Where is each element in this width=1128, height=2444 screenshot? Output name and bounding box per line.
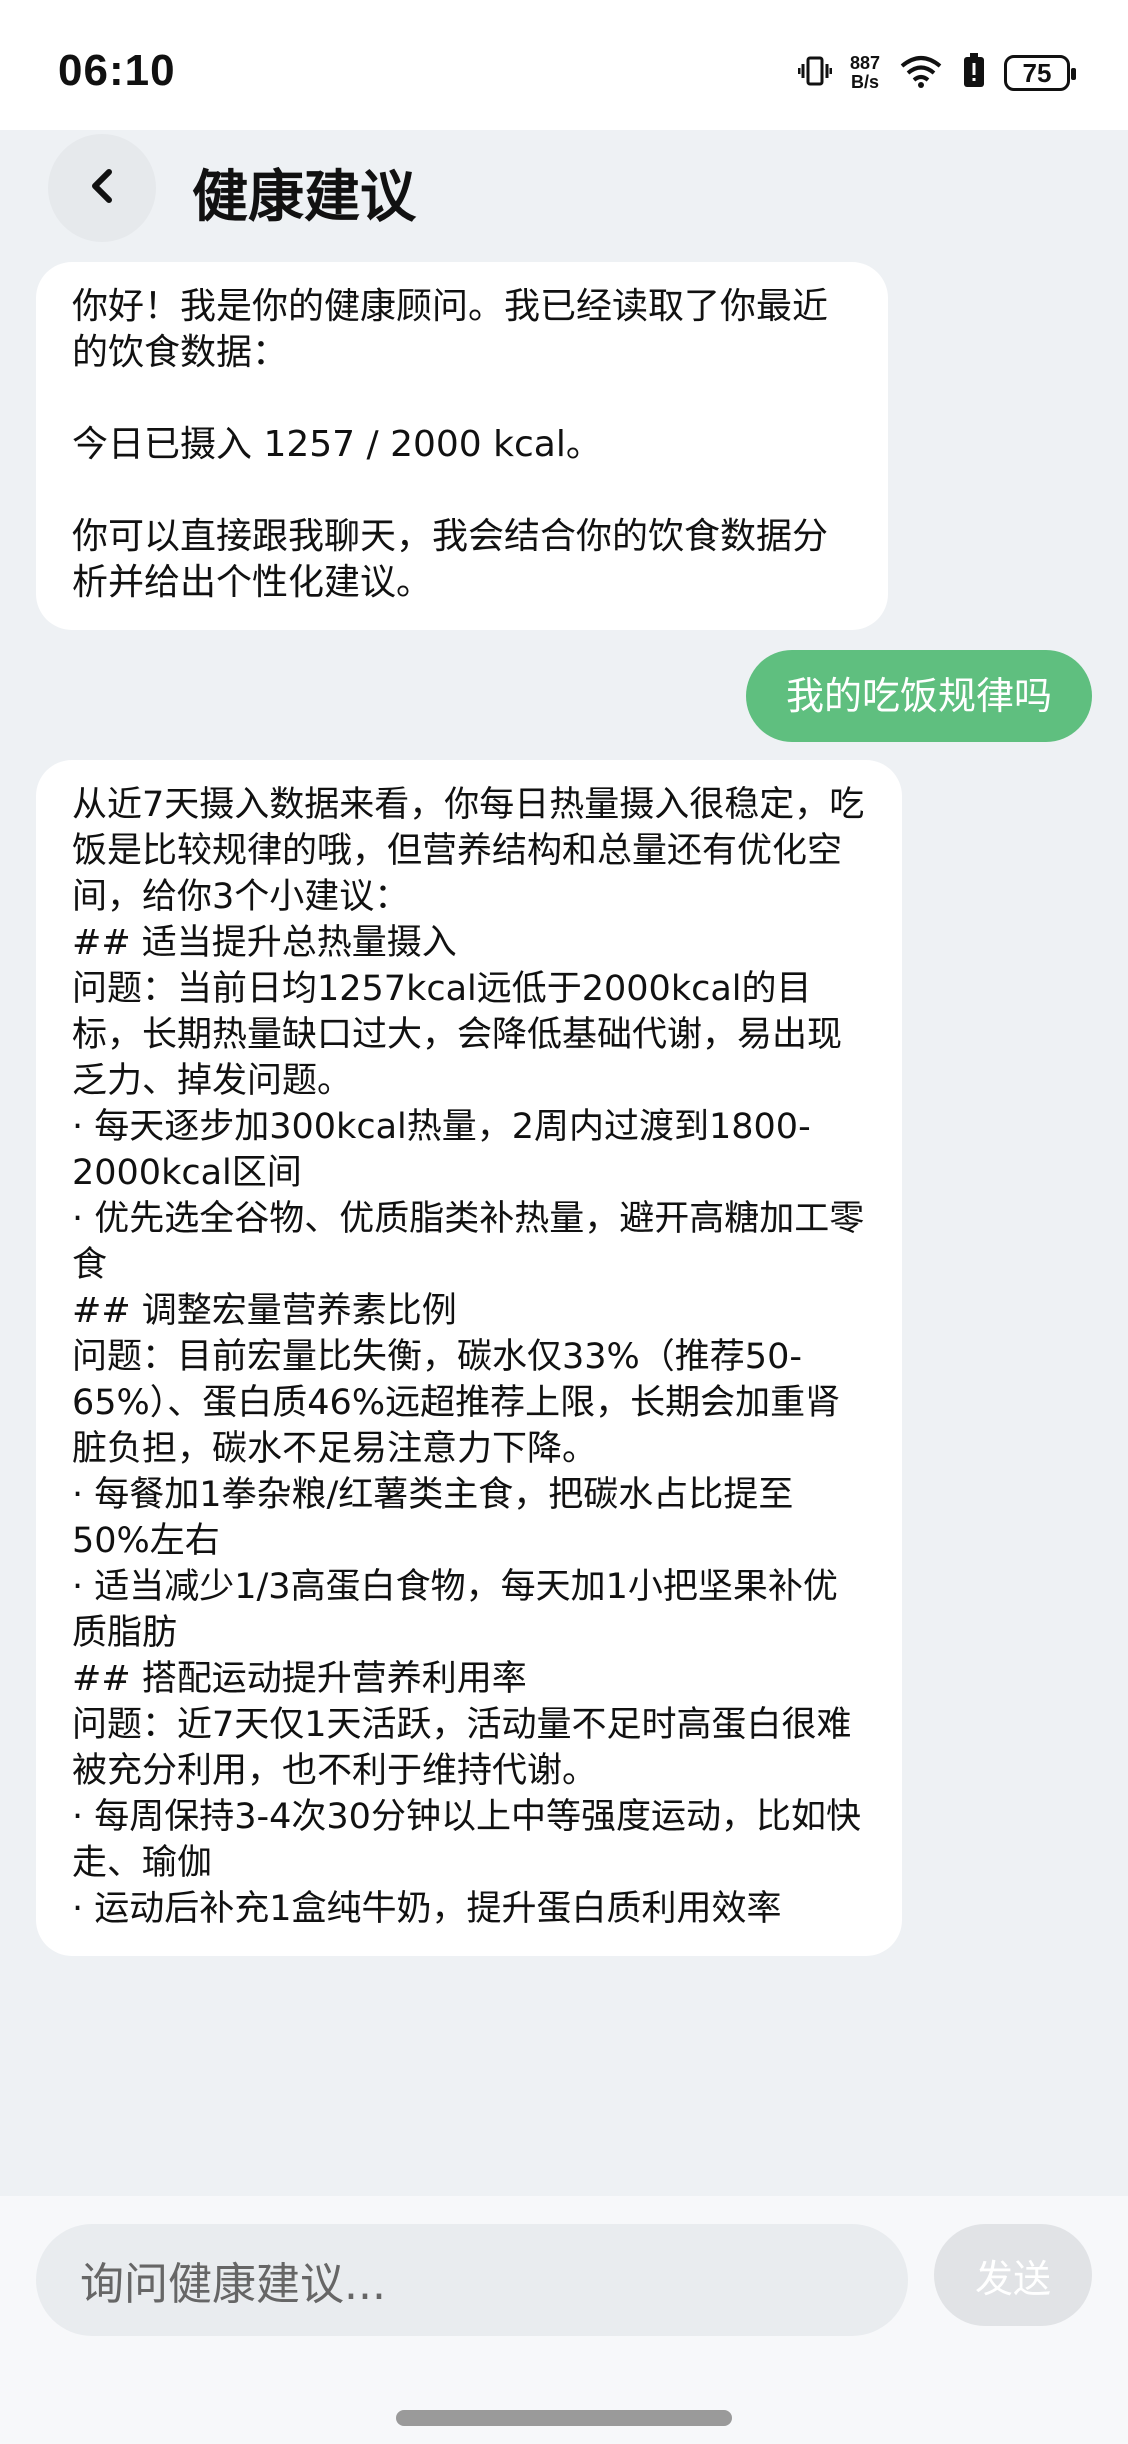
back-button[interactable] [48,134,156,242]
message-input[interactable]: 询问健康建议... [36,2224,908,2336]
battery-level: 75 [1022,57,1052,88]
battery-saver-icon [962,53,986,93]
user-message: 我的吃饭规律吗 [746,650,1092,742]
input-bar: 询问健康建议... 发送 [0,2196,1128,2444]
net-speed-unit: B/s [850,72,879,92]
battery-icon: 75 [1004,55,1076,91]
send-button[interactable]: 发送 [934,2224,1092,2326]
status-icons: 887 B/s 75 [797,48,1076,98]
assistant-message: 从近7天摄入数据来看，你每日热量摄入很稳定，吃饭是比较规律的哦，但营养结构和总量… [36,760,902,1956]
net-speed-value: 887 [849,53,880,73]
chevron-left-icon [89,168,115,208]
status-bar: 06:10 887 B/s 75 [0,0,1128,130]
net-speed: 887 B/s [850,54,880,92]
assistant-message: 你好！我是你的健康顾问。我已经读取了你最近的饮食数据： 今日已摄入 1257 /… [36,262,888,630]
app-header: 健康建议 [0,130,1128,242]
vibrate-icon [797,54,833,92]
wifi-icon [898,54,944,92]
status-time: 06:10 [58,46,176,95]
page-title: 健康建议 [192,165,416,230]
home-indicator[interactable] [396,2410,732,2426]
